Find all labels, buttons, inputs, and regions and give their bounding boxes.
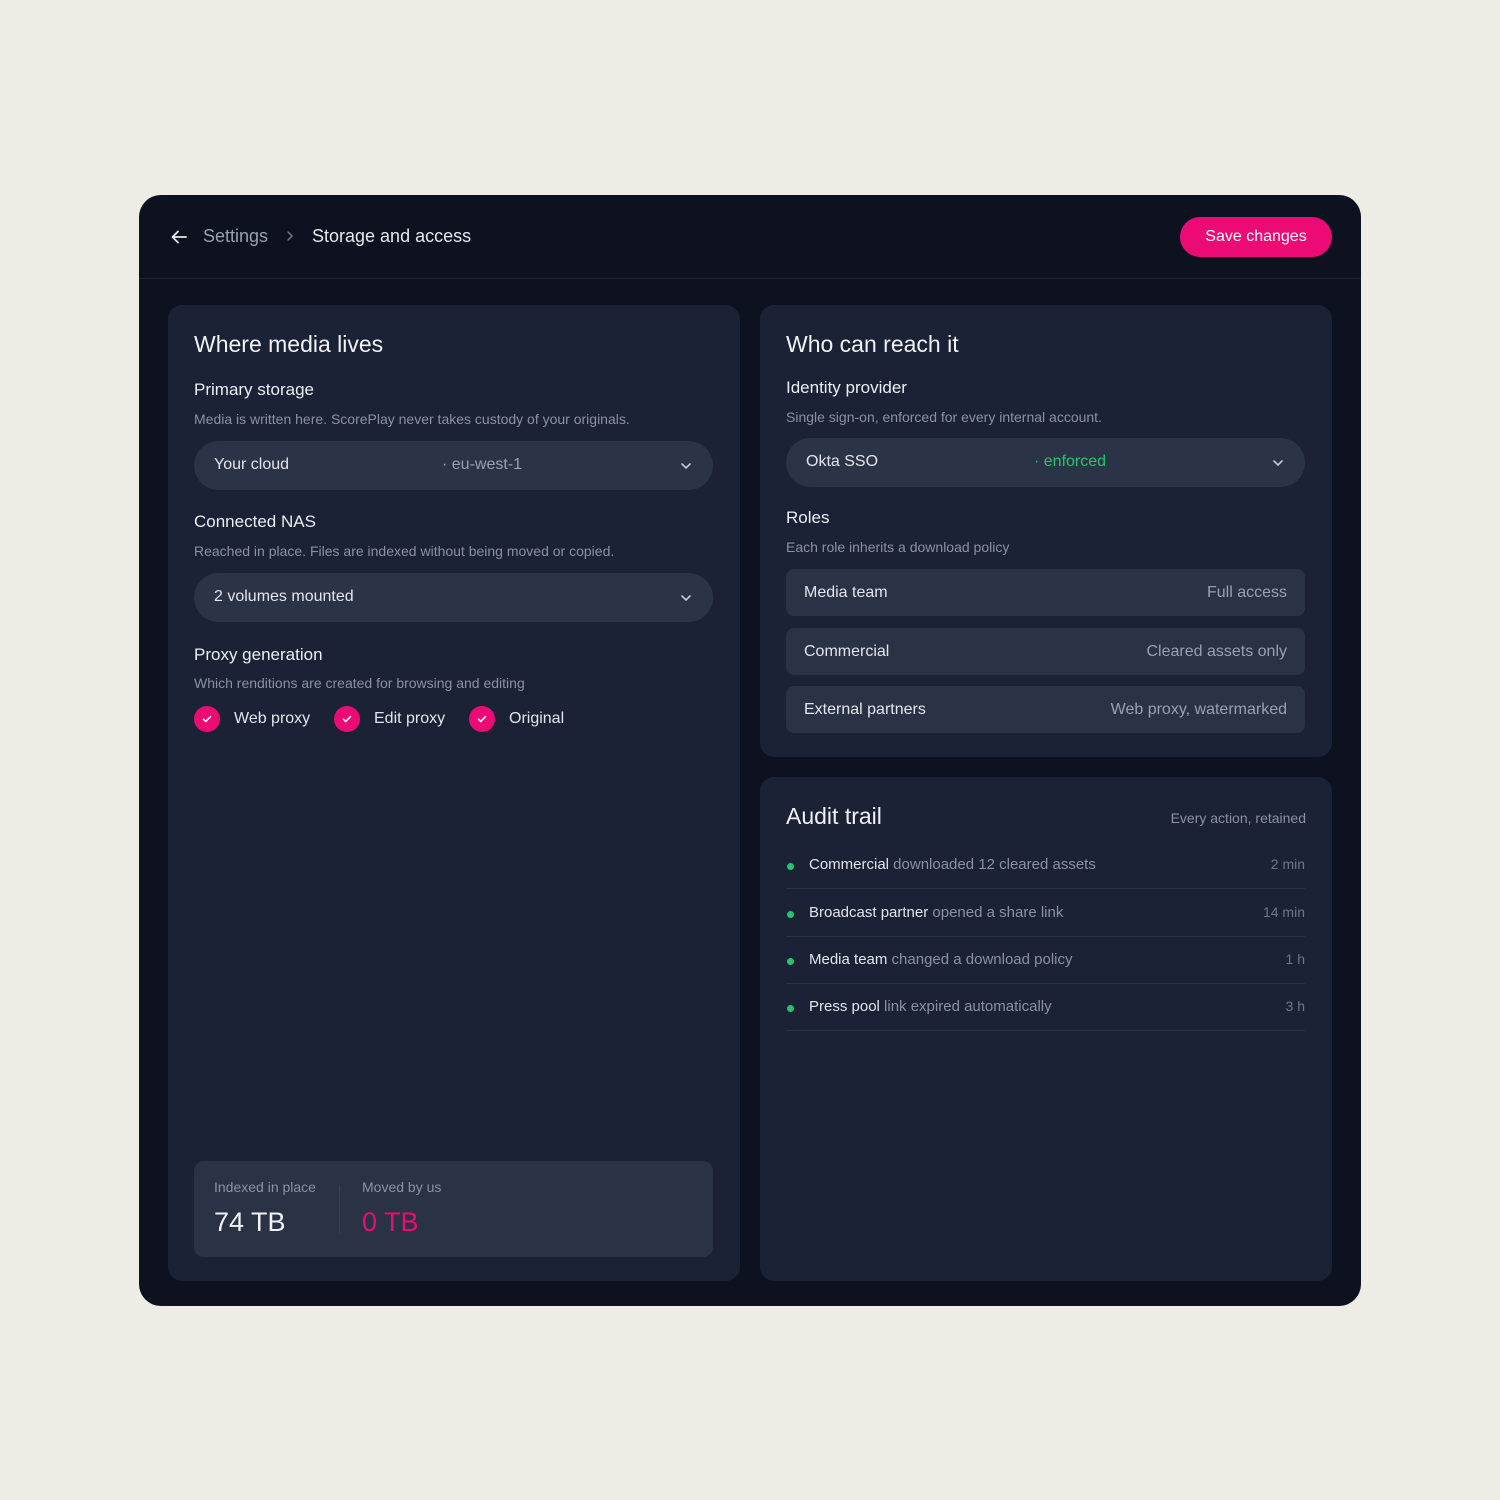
proxy-description: Which renditions are created for browsin… <box>194 675 525 691</box>
role-row-media-team[interactable]: Media team Full access <box>786 569 1305 616</box>
audit-action: downloaded 12 cleared assets <box>889 856 1096 873</box>
moved-value: 0 TB <box>362 1207 419 1237</box>
check-icon <box>194 706 220 732</box>
identity-provider-heading: Identity provider <box>786 378 907 397</box>
storage-stats: Indexed in place 74 TB Moved by us 0 TB <box>194 1161 713 1257</box>
breadcrumb-settings[interactable]: Settings <box>203 226 268 247</box>
audit-entry: Media team changed a download policy 1 h <box>786 937 1305 984</box>
role-policy: Cleared assets only <box>1146 643 1287 660</box>
role-name: External partners <box>804 701 926 718</box>
checkbox-edit-proxy[interactable]: Edit proxy <box>334 706 445 732</box>
check-icon <box>334 706 360 732</box>
audit-time: 2 min <box>1270 856 1305 872</box>
roles-description: Each role inherits a download policy <box>786 539 1010 555</box>
checkbox-label: Web proxy <box>234 710 311 727</box>
chevron-down-icon <box>1271 456 1285 470</box>
access-card: Who can reach it Identity provider Singl… <box>760 305 1332 757</box>
primary-storage-heading: Primary storage <box>194 380 314 399</box>
indexed-label: Indexed in place <box>214 1179 316 1195</box>
role-policy: Web proxy, watermarked <box>1110 701 1287 718</box>
indexed-value: 74 TB <box>214 1207 286 1237</box>
identity-provider-select[interactable]: Okta SSO · enforced <box>786 438 1305 487</box>
role-row-external-partners[interactable]: External partners Web proxy, watermarked <box>786 686 1305 733</box>
proxy-heading: Proxy generation <box>194 645 323 664</box>
stat-divider <box>339 1185 340 1233</box>
status-dot <box>787 863 794 870</box>
audit-action: link expired automatically <box>879 998 1052 1015</box>
status-dot <box>787 911 794 918</box>
primary-storage-description: Media is written here. ScorePlay never t… <box>194 411 630 427</box>
moved-label: Moved by us <box>362 1179 442 1195</box>
media-location-card: Where media lives Primary storage Media … <box>168 305 740 1281</box>
card-title: Audit trail <box>786 803 882 829</box>
audit-actor: Press pool <box>809 998 880 1015</box>
roles-heading: Roles <box>786 508 830 527</box>
arrow-left-icon[interactable] <box>167 225 191 249</box>
primary-storage-select[interactable]: Your cloud · eu-west-1 <box>194 441 713 490</box>
top-bar: Settings Storage and access Save changes <box>139 195 1361 279</box>
check-icon <box>469 706 495 732</box>
identity-provider-description: Single sign-on, enforced for every inter… <box>786 409 1102 425</box>
primary-storage-region: · eu-west-1 <box>442 456 523 473</box>
checkbox-label: Original <box>509 710 565 727</box>
role-name: Media team <box>804 584 888 601</box>
audit-time: 3 h <box>1285 998 1305 1014</box>
audit-entry: Commercial downloaded 12 cleared assets … <box>786 842 1305 889</box>
role-policy: Full access <box>1206 584 1287 601</box>
breadcrumb-current: Storage and access <box>312 226 472 246</box>
audit-subtitle: Every action, retained <box>1170 810 1306 826</box>
role-row-commercial[interactable]: Commercial Cleared assets only <box>786 628 1305 675</box>
checkbox-web-proxy[interactable]: Web proxy <box>194 706 310 732</box>
checkbox-original[interactable]: Original <box>469 706 564 732</box>
status-dot <box>787 958 794 965</box>
card-title: Who can reach it <box>786 331 959 357</box>
identity-provider-status: · enforced <box>1034 453 1107 470</box>
nas-heading: Connected NAS <box>194 512 316 531</box>
nas-select[interactable]: 2 volumes mounted <box>194 573 713 622</box>
audit-actor: Broadcast partner <box>809 904 929 921</box>
audit-entry: Press pool link expired automatically 3 … <box>786 984 1305 1031</box>
settings-window: Settings Storage and access Save changes… <box>139 195 1361 1306</box>
audit-actor: Commercial <box>809 856 890 873</box>
audit-entry: Broadcast partner opened a share link 14… <box>786 890 1305 937</box>
nas-value: 2 volumes mounted <box>214 588 354 605</box>
card-title: Where media lives <box>194 331 384 357</box>
chevron-right-icon <box>283 228 297 244</box>
audit-time: 14 min <box>1262 904 1305 920</box>
chevron-down-icon <box>679 591 693 605</box>
save-button[interactable]: Save changes <box>1180 217 1332 257</box>
identity-provider-value: Okta SSO <box>806 453 879 470</box>
chevron-down-icon <box>679 459 693 473</box>
audit-action: changed a download policy <box>887 951 1073 968</box>
audit-actor: Media team <box>809 951 888 968</box>
audit-time: 1 h <box>1285 951 1305 967</box>
status-dot <box>787 1005 794 1012</box>
audit-card: Audit trail Every action, retained Comme… <box>760 777 1332 1281</box>
role-name: Commercial <box>804 643 890 660</box>
checkbox-label: Edit proxy <box>374 710 446 727</box>
audit-action: opened a share link <box>928 904 1064 921</box>
nas-description: Reached in place. Files are indexed with… <box>194 543 615 559</box>
primary-storage-value: Your cloud <box>214 456 290 473</box>
